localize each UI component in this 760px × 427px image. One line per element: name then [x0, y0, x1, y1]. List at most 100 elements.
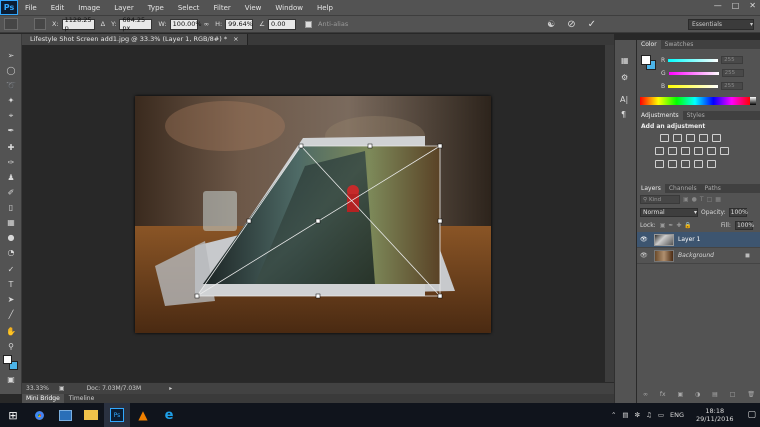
fill-input[interactable]: 100% — [734, 221, 754, 230]
fx-icon[interactable]: fx — [660, 391, 666, 401]
group-icon[interactable]: ▤ — [712, 391, 718, 401]
close-tab-icon[interactable]: × — [233, 35, 238, 43]
move-tool-icon[interactable]: ➢ — [4, 50, 18, 62]
workspace-select[interactable]: Essentials ▾ — [688, 19, 754, 30]
angle-input[interactable]: 0.00 — [268, 18, 296, 30]
quick-select-tool-icon[interactable]: ✦ — [4, 95, 18, 107]
h-input[interactable]: 99.64% — [225, 18, 254, 30]
g-value[interactable]: 255 — [721, 69, 744, 77]
tab-swatches[interactable]: Swatches — [661, 40, 698, 49]
channel-mixer-icon[interactable] — [707, 147, 716, 155]
notifications-icon[interactable]: ▢ — [747, 410, 756, 420]
maximize-icon[interactable]: □ — [732, 1, 740, 10]
threshold-icon[interactable] — [681, 160, 690, 168]
exposure-icon[interactable] — [699, 134, 708, 142]
b-value[interactable]: 255 — [721, 82, 744, 90]
brush-tool-icon[interactable]: ✑ — [4, 157, 18, 169]
doc-info[interactable]: Doc: 7.03M/7.03M — [87, 385, 142, 392]
color-fg-swatch[interactable] — [641, 55, 651, 65]
path-selection-tool-icon[interactable]: ➤ — [4, 294, 18, 306]
chrome-icon[interactable] — [26, 403, 52, 427]
tab-styles[interactable]: Styles — [683, 111, 709, 120]
clone-stamp-tool-icon[interactable]: ♟ — [4, 172, 18, 184]
menu-type[interactable]: Type — [141, 4, 171, 12]
visibility-eye-icon[interactable]: 👁 — [640, 236, 650, 243]
new-layer-icon[interactable]: □ — [730, 391, 736, 401]
start-button-icon[interactable]: ⊞ — [0, 403, 26, 427]
visibility-eye-icon[interactable]: 👁 — [640, 252, 650, 259]
tray-battery-icon[interactable]: ▭ — [658, 411, 664, 419]
history-brush-tool-icon[interactable]: ✐ — [4, 187, 18, 199]
tab-color[interactable]: Color — [637, 40, 661, 49]
status-info-icon[interactable]: ▣ — [59, 385, 65, 392]
antialias-checkbox[interactable] — [305, 20, 312, 28]
opacity-input[interactable]: 100% — [728, 208, 748, 217]
tab-channels[interactable]: Channels — [665, 184, 701, 193]
line-tool-icon[interactable]: ╱ — [4, 309, 18, 321]
clock[interactable]: 18:18 29/11/2016 — [696, 407, 733, 423]
tray-volume-icon[interactable]: ♫ — [646, 411, 652, 419]
y-input[interactable]: 684.25 px — [119, 16, 153, 32]
tab-adjustments[interactable]: Adjustments — [637, 111, 683, 120]
menu-view[interactable]: View — [238, 4, 269, 12]
minimize-icon[interactable]: — — [714, 1, 722, 10]
black-white-icon[interactable] — [681, 147, 690, 155]
color-balance-icon[interactable] — [668, 147, 677, 155]
layer-name[interactable]: Layer 1 — [678, 236, 700, 243]
levels-icon[interactable] — [673, 134, 682, 142]
gradient-map-icon[interactable] — [694, 160, 703, 168]
vibrance-icon[interactable] — [712, 134, 721, 142]
mask-icon[interactable]: ▣ — [677, 391, 683, 401]
foreground-color-swatch[interactable] — [3, 355, 12, 364]
commit-transform-icon[interactable]: ✓ — [588, 19, 596, 30]
eyedropper-tool-icon[interactable]: ✒ — [4, 125, 18, 137]
r-slider[interactable] — [668, 58, 719, 62]
layer-name[interactable]: Background — [678, 252, 714, 259]
tab-paths[interactable]: Paths — [701, 184, 725, 193]
blend-mode-select[interactable]: Normal ▾ — [640, 208, 698, 217]
dodge-tool-icon[interactable]: ◔ — [4, 247, 18, 259]
document-tab[interactable]: Lifestyle Shot Screen add1.jpg @ 33.3% (… — [22, 34, 248, 45]
zoom-tool-icon[interactable]: ⚲ — [4, 341, 18, 353]
photoshop-taskbar-icon[interactable]: Ps — [104, 403, 130, 427]
curves-icon[interactable] — [686, 134, 695, 142]
menu-window[interactable]: Window — [268, 4, 310, 12]
history-icon[interactable]: ▦ — [621, 56, 629, 65]
menu-layer[interactable]: Layer — [107, 4, 141, 12]
healing-brush-tool-icon[interactable]: ✚ — [4, 142, 18, 154]
r-value[interactable]: 255 — [721, 56, 744, 64]
layer-row-background[interactable]: 👁 Background ◼ — [637, 248, 760, 264]
marquee-tool-icon[interactable]: ◯ — [4, 65, 18, 77]
hand-tool-icon[interactable]: ✋ — [4, 326, 18, 338]
link-layers-icon[interactable]: ∞ — [643, 391, 648, 401]
selective-color-icon[interactable] — [707, 160, 716, 168]
tab-layers[interactable]: Layers — [637, 184, 665, 193]
link-icon[interactable]: ∞ — [204, 20, 209, 28]
tab-mini-bridge[interactable]: Mini Bridge — [22, 394, 64, 403]
lasso-tool-icon[interactable]: ➰ — [4, 80, 18, 92]
type-tool-icon[interactable]: T — [4, 279, 18, 291]
properties-icon[interactable]: ⚙ — [621, 73, 628, 82]
menu-file[interactable]: File — [18, 4, 44, 12]
gradient-tool-icon[interactable]: ▦ — [4, 217, 18, 229]
brightness-contrast-icon[interactable] — [660, 134, 669, 142]
lock-icons[interactable]: ▣✒✚🔒 — [660, 222, 695, 229]
reference-point-icon[interactable] — [34, 18, 46, 30]
tray-network-icon[interactable]: ▤ — [622, 411, 628, 419]
w-input[interactable]: 100.00% — [169, 18, 202, 30]
cancel-transform-icon[interactable]: ⊘ — [567, 19, 575, 30]
file-explorer-icon[interactable] — [78, 403, 104, 427]
tool-preset-icon[interactable] — [4, 18, 18, 30]
color-lookup-icon[interactable] — [720, 147, 729, 155]
quick-mask-icon[interactable]: ▣ — [4, 374, 18, 386]
filter-icons[interactable]: ▣●T□▦ — [683, 196, 724, 203]
tray-arrow-icon[interactable]: ⌃ — [611, 411, 616, 419]
tab-timeline[interactable]: Timeline — [65, 394, 99, 403]
character-icon[interactable]: A| — [620, 95, 628, 104]
vlc-icon[interactable]: ▲ — [130, 403, 156, 427]
tray-wifi-icon[interactable]: ✼ — [635, 411, 640, 419]
media-player-icon[interactable] — [52, 403, 78, 427]
hue-saturation-icon[interactable] — [655, 147, 664, 155]
posterize-icon[interactable] — [668, 160, 677, 168]
menu-image[interactable]: Image — [71, 4, 107, 12]
